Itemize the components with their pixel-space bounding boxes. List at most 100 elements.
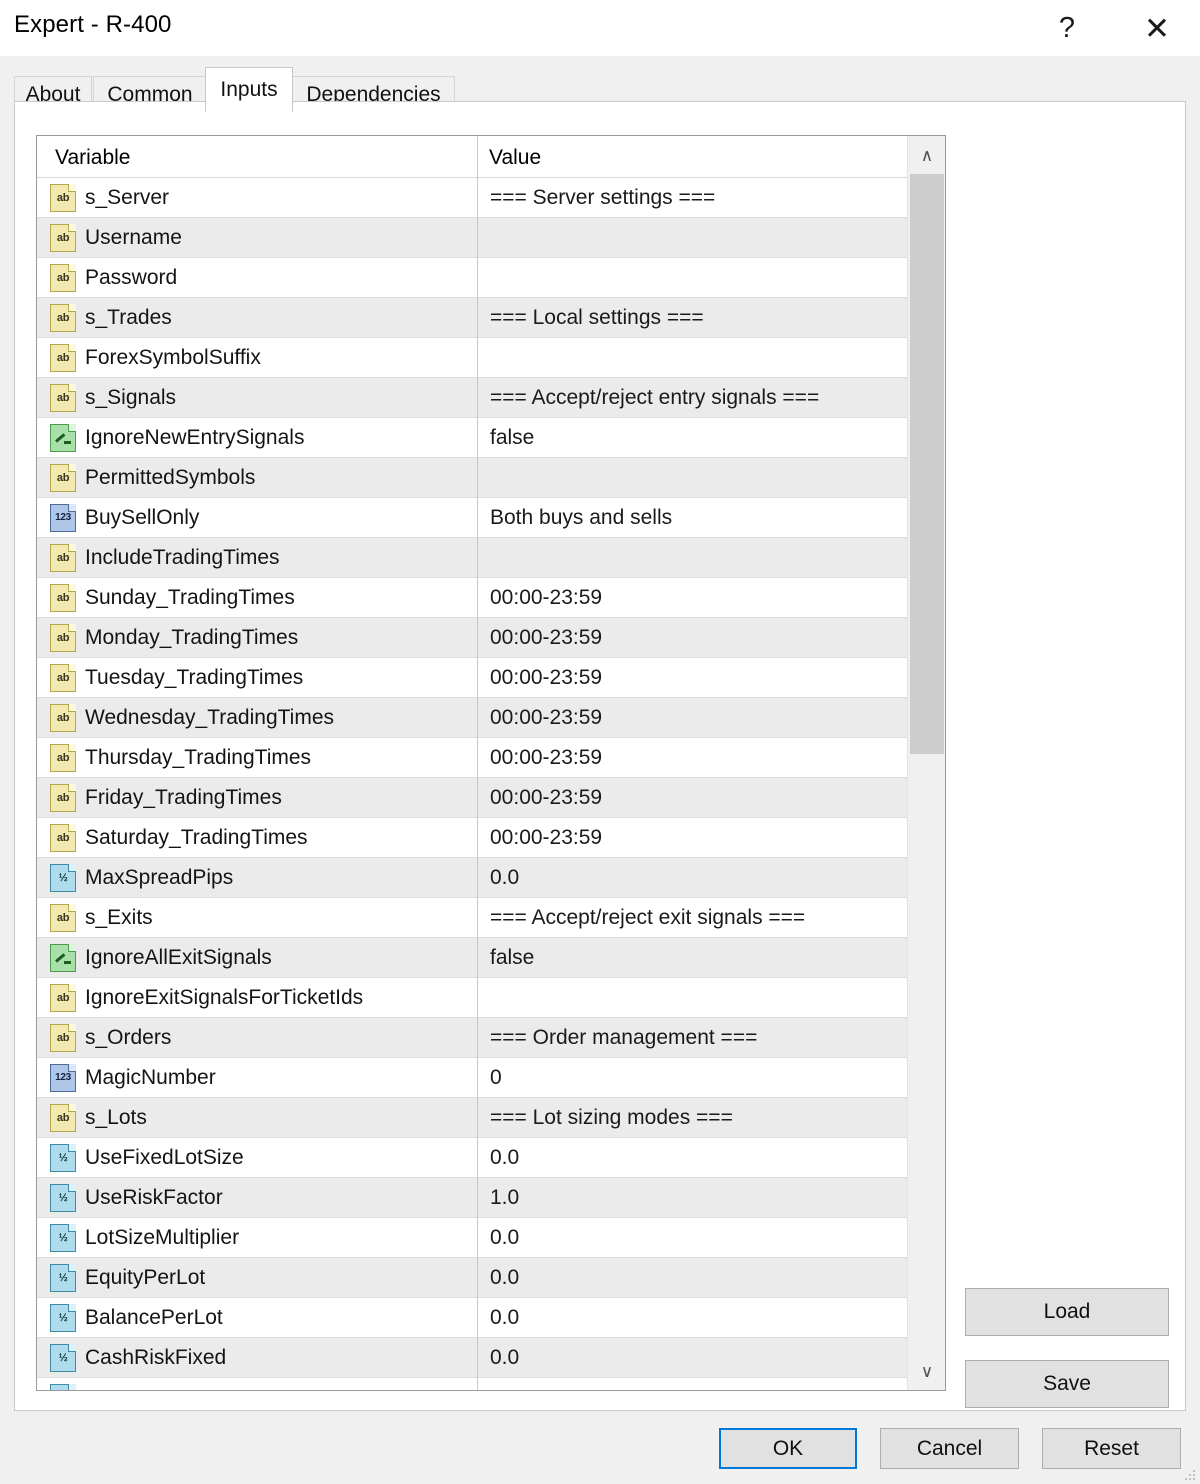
variable-cell: ½ MaxSpreadPips	[37, 858, 477, 898]
table-row[interactable]: ½ LotSizeMultiplier 0.0	[37, 1218, 945, 1258]
value-cell[interactable]: === Server settings ===	[478, 178, 945, 218]
reset-button[interactable]: Reset	[1042, 1428, 1181, 1469]
value-cell[interactable]: 00:00-23:59	[478, 738, 945, 778]
variable-name: UseFixedLotSize	[85, 1146, 244, 1169]
value-cell[interactable]	[478, 458, 945, 498]
variable-cell: ab Thursday_TradingTimes	[37, 738, 477, 778]
scroll-up-icon[interactable]: ∧	[908, 136, 945, 174]
table-row[interactable]: ab Monday_TradingTimes 00:00-23:59	[37, 618, 945, 658]
table-row[interactable]: ab Wednesday_TradingTimes 00:00-23:59	[37, 698, 945, 738]
value-cell[interactable]: false	[478, 418, 945, 458]
vertical-scrollbar[interactable]: ∧ ∨	[907, 136, 945, 1390]
table-row[interactable]: ab Friday_TradingTimes 00:00-23:59	[37, 778, 945, 818]
variable-cell: ½	[37, 1378, 477, 1390]
table-row[interactable]: ½ BalancePerLot 0.0	[37, 1298, 945, 1338]
table-row[interactable]: IgnoreAllExitSignals false	[37, 938, 945, 978]
value-cell[interactable]: 00:00-23:59	[478, 618, 945, 658]
table-row[interactable]: ½ UseFixedLotSize 0.0	[37, 1138, 945, 1178]
variable-cell: ab Monday_TradingTimes	[37, 618, 477, 658]
value-cell[interactable]: 0.0	[478, 1218, 945, 1258]
value-cell[interactable]: 0.0	[478, 1338, 945, 1378]
cancel-button[interactable]: Cancel	[880, 1428, 1019, 1469]
table-row[interactable]: ½ UseRiskFactor 1.0	[37, 1178, 945, 1218]
int-type-icon: 123	[50, 1064, 76, 1092]
variable-cell: ab s_Orders	[37, 1018, 477, 1058]
variable-name: CashRiskFixed	[85, 1346, 227, 1369]
help-icon[interactable]: ?	[1032, 0, 1102, 56]
value-cell[interactable]: false	[478, 938, 945, 978]
table-row[interactable]: ab Username	[37, 218, 945, 258]
table-row[interactable]: ab ForexSymbolSuffix	[37, 338, 945, 378]
table-row[interactable]: ab Thursday_TradingTimes 00:00-23:59	[37, 738, 945, 778]
value-cell[interactable]: === Order management ===	[478, 1018, 945, 1058]
table-row[interactable]: ab IgnoreExitSignalsForTicketIds	[37, 978, 945, 1018]
string-type-icon: ab	[50, 784, 76, 812]
table-row[interactable]: ab IncludeTradingTimes	[37, 538, 945, 578]
table-row[interactable]: 123 MagicNumber 0	[37, 1058, 945, 1098]
value-cell[interactable]: 00:00-23:59	[478, 778, 945, 818]
value-cell[interactable]: === Accept/reject entry signals ===	[478, 378, 945, 418]
value-cell[interactable]	[478, 978, 945, 1018]
string-type-icon: ab	[50, 824, 76, 852]
variable-cell: ab Friday_TradingTimes	[37, 778, 477, 818]
table-row[interactable]: ab s_Orders === Order management ===	[37, 1018, 945, 1058]
table-row[interactable]: ½ MaxSpreadPips 0.0	[37, 858, 945, 898]
table-row[interactable]: ab Tuesday_TradingTimes 00:00-23:59	[37, 658, 945, 698]
value-cell[interactable]: 0	[478, 1058, 945, 1098]
string-type-icon: ab	[50, 304, 76, 332]
value-cell[interactable]: === Local settings ===	[478, 298, 945, 338]
table-row[interactable]: ab Saturday_TradingTimes 00:00-23:59	[37, 818, 945, 858]
scrollbar-thumb[interactable]	[910, 174, 944, 754]
close-icon[interactable]: ✕	[1122, 0, 1192, 56]
double-type-icon: ½	[50, 1304, 76, 1332]
table-row[interactable]: ½	[37, 1378, 945, 1390]
value-cell[interactable]: 0.0	[478, 1258, 945, 1298]
value-cell[interactable]: 00:00-23:59	[478, 658, 945, 698]
value-cell[interactable]: === Accept/reject exit signals ===	[478, 898, 945, 938]
value-cell[interactable]: Both buys and sells	[478, 498, 945, 538]
scroll-down-icon[interactable]: ∨	[908, 1352, 945, 1390]
value-cell[interactable]: 00:00-23:59	[478, 578, 945, 618]
value-cell[interactable]	[478, 1378, 945, 1390]
table-row[interactable]: ab PermittedSymbols	[37, 458, 945, 498]
value-cell[interactable]: 00:00-23:59	[478, 698, 945, 738]
value-cell[interactable]: === Lot sizing modes ===	[478, 1098, 945, 1138]
value-cell[interactable]: 1.0	[478, 1178, 945, 1218]
table-row[interactable]: ab s_Trades === Local settings ===	[37, 298, 945, 338]
table-row[interactable]: ab s_Exits === Accept/reject exit signals …	[37, 898, 945, 938]
value-cell[interactable]	[478, 258, 945, 298]
double-type-icon: ½	[50, 1224, 76, 1252]
value-cell[interactable]: 00:00-23:59	[478, 818, 945, 858]
variable-cell: ab s_Lots	[37, 1098, 477, 1138]
value-cell[interactable]: 0.0	[478, 858, 945, 898]
value-cell[interactable]: 0.0	[478, 1298, 945, 1338]
bool-type-icon	[50, 424, 76, 452]
table-row[interactable]: ½ CashRiskFixed 0.0	[37, 1338, 945, 1378]
value-cell[interactable]	[478, 538, 945, 578]
load-button[interactable]: Load	[965, 1288, 1169, 1336]
string-type-icon: ab	[50, 1104, 76, 1132]
table-row[interactable]: ½ EquityPerLot 0.0	[37, 1258, 945, 1298]
resize-grip[interactable]	[1184, 1469, 1196, 1481]
table-row[interactable]: ab Sunday_TradingTimes 00:00-23:59	[37, 578, 945, 618]
window-title: Expert - R-400	[14, 11, 172, 38]
table-row[interactable]: ab Password	[37, 258, 945, 298]
value-cell[interactable]: 0.0	[478, 1138, 945, 1178]
save-button[interactable]: Save	[965, 1360, 1169, 1408]
variable-name: Thursday_TradingTimes	[85, 746, 312, 769]
table-row[interactable]: ab s_Server === Server settings ===	[37, 178, 945, 218]
table-row[interactable]: ab s_Lots === Lot sizing modes ===	[37, 1098, 945, 1138]
variable-cell: ab Saturday_TradingTimes	[37, 818, 477, 858]
table-row[interactable]: IgnoreNewEntrySignals false	[37, 418, 945, 458]
ok-button[interactable]: OK	[719, 1428, 857, 1469]
variable-name: s_Orders	[85, 1026, 172, 1049]
tab-inputs[interactable]: Inputs	[205, 67, 293, 112]
variable-name: ForexSymbolSuffix	[85, 346, 261, 369]
value-cell[interactable]	[478, 338, 945, 378]
string-type-icon: ab	[50, 184, 76, 212]
value-cell[interactable]	[478, 218, 945, 258]
variable-cell: ½ EquityPerLot	[37, 1258, 477, 1298]
table-row[interactable]: 123 BuySellOnly Both buys and sells	[37, 498, 945, 538]
variable-cell: ab IncludeTradingTimes	[37, 538, 477, 578]
table-row[interactable]: ab s_Signals === Accept/reject entry signa…	[37, 378, 945, 418]
